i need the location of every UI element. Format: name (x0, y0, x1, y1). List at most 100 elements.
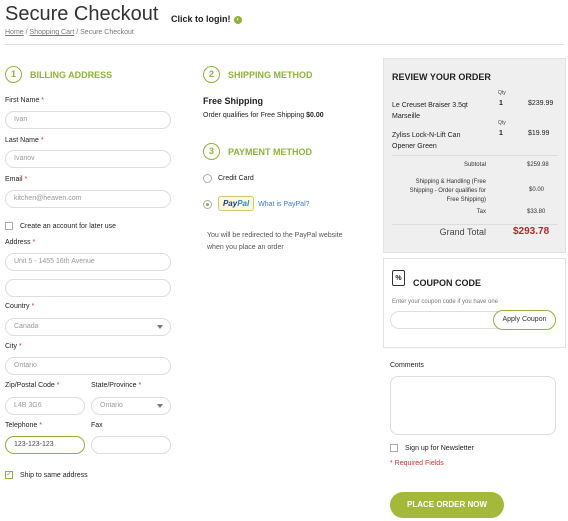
billing-heading-label: BILLING ADDRESS (30, 69, 113, 80)
required-mark: * (32, 239, 36, 246)
comments-textarea[interactable] (390, 376, 556, 435)
credit-card-radio[interactable] (203, 174, 212, 183)
required-mark: * (39, 422, 42, 429)
paypal-radio[interactable] (203, 199, 212, 209)
email-label-text: Email (5, 176, 23, 183)
login-link[interactable]: Click to login! › (171, 14, 242, 24)
grand-total-label: Grand Total (439, 227, 486, 237)
review-heading: REVIEW YOUR ORDER (392, 72, 491, 82)
city-field[interactable]: Ontario (5, 357, 171, 375)
ship-same-checkbox[interactable]: ✓ (5, 471, 13, 479)
paypal-logo-pay: Pay (222, 199, 238, 208)
coupon-tag-icon: % (392, 270, 405, 286)
tax-label: Tax (476, 209, 486, 215)
review-divider (392, 224, 558, 225)
zip-field[interactable]: L4B 3G6 (5, 397, 85, 415)
shipping-handling-value: $0.00 (529, 187, 545, 193)
shipping-heading: 2 SHIPPING METHOD (203, 66, 313, 83)
city-label-text: City (5, 343, 18, 350)
required-mark: * (56, 382, 60, 389)
ship-same-row[interactable]: ✓ Ship to same address (5, 471, 88, 479)
fax-label: Fax (91, 422, 103, 429)
telephone-field[interactable]: 123-123-123 (5, 436, 85, 454)
header-divider (5, 44, 564, 45)
order-item-name: Zyliss Lock-N-Lift Can Opener Green (392, 130, 460, 152)
country-select[interactable]: Canada (5, 318, 171, 336)
address-label-text: Address (5, 239, 31, 246)
review-divider (392, 155, 558, 156)
paypal-logo: PayPal (217, 196, 255, 211)
shipping-handling-line: Shipping & Handling (Free (415, 179, 486, 185)
create-account-label[interactable]: Create an account for later use (20, 223, 116, 230)
city-label: City * (5, 343, 22, 350)
arrow-right-icon[interactable]: › (233, 15, 242, 24)
what-is-paypal-link[interactable]: What is PayPal? (258, 201, 309, 208)
fax-field[interactable] (91, 436, 171, 454)
state-select-value: Ontario (100, 402, 123, 409)
required-fields-note: * Required Fields (390, 460, 444, 467)
order-item-price: $19.99 (528, 130, 550, 137)
chevron-down-icon (157, 325, 163, 329)
coupon-heading: COUPON CODE (413, 278, 482, 288)
chevron-down-icon (157, 404, 163, 408)
billing-heading: 1 BILLING ADDRESS (5, 66, 112, 83)
step-number: 2 (203, 66, 220, 83)
credit-card-option[interactable]: Credit Card (203, 174, 254, 183)
breadcrumb: Home / Shopping Cart / Secure Checkout (5, 29, 134, 36)
paypal-option[interactable]: PayPal What is PayPal? (203, 196, 310, 211)
shipping-handling-line: Free Shipping) (446, 197, 486, 203)
order-item-name-line: Zyliss Lock-N-Lift Can (392, 132, 461, 139)
qty-header: Qty (498, 120, 506, 126)
payment-heading: 3 PAYMENT METHOD (203, 143, 312, 160)
email-field[interactable]: kitchen@heaven.com (5, 190, 171, 208)
breadcrumb-cart[interactable]: Shopping Cart (30, 29, 75, 36)
create-account-checkbox[interactable] (5, 222, 13, 230)
comments-label: Comments (390, 362, 424, 369)
place-order-button[interactable]: PLACE ORDER NOW (390, 492, 504, 518)
order-item-price: $239.99 (528, 100, 554, 107)
address-field[interactable]: Unit 5 - 1455 16th Avenue (5, 253, 171, 271)
shipping-handling-label: Shipping & Handling (Free Shipping - Orde… (380, 178, 486, 205)
paypal-redirect-note-line: when you place an order (207, 244, 284, 251)
state-label: State/Province * (91, 382, 141, 389)
required-mark: * (138, 382, 142, 389)
apply-coupon-button[interactable]: Apply Coupon (493, 310, 556, 330)
coupon-hint: Enter your coupon code if you have one (392, 299, 499, 305)
state-label-text: State/Province (91, 382, 137, 389)
order-item-name: Le Creuset Braiser 3.5qt Marseille (392, 100, 468, 122)
shipping-method-name: Free Shipping (203, 96, 264, 106)
payment-heading-label: PAYMENT METHOD (228, 146, 313, 157)
first-name-label-text: First Name (5, 97, 40, 104)
address-label: Address * (5, 239, 35, 246)
required-mark: * (31, 303, 35, 310)
order-item-name-line: Marseille (392, 113, 421, 120)
qty-header: Qty (498, 90, 506, 96)
newsletter-row[interactable]: Sign up for Newsletter (390, 444, 474, 452)
subtotal-label: Subtotal (463, 162, 486, 168)
telephone-label: Telephone * (5, 422, 42, 429)
grand-total-value: $293.78 (513, 226, 550, 237)
newsletter-label[interactable]: Sign up for Newsletter (405, 445, 474, 452)
first-name-label: First Name * (5, 97, 44, 104)
breadcrumb-home[interactable]: Home (5, 29, 24, 36)
shipping-note: Order qualifies for Free Shipping $0.00 (203, 112, 324, 119)
step-number: 3 (203, 143, 220, 160)
last-name-label-text: Last Name (5, 137, 39, 144)
credit-card-label[interactable]: Credit Card (218, 175, 254, 182)
shipping-heading-label: SHIPPING METHOD (228, 69, 313, 80)
ship-same-label[interactable]: Ship to same address (20, 472, 88, 479)
first-name-field[interactable]: Ivan (5, 111, 171, 129)
required-mark: * (19, 343, 22, 350)
shipping-note-text: Order qualifies for Free Shipping (203, 112, 305, 119)
email-label: Email * (5, 176, 27, 183)
address-line-2-field[interactable] (5, 279, 171, 297)
country-select-value: Canada (14, 323, 39, 330)
order-item-name-line: Opener Green (392, 143, 437, 150)
newsletter-checkbox[interactable] (390, 444, 398, 452)
create-account-row[interactable]: Create an account for later use (5, 222, 116, 230)
page-title: Secure Checkout (5, 3, 159, 25)
login-link-label[interactable]: Click to login! (171, 14, 231, 24)
last-name-field[interactable]: Ivanov (5, 150, 171, 168)
state-select[interactable]: Ontario (91, 397, 171, 415)
zip-label-text: Zip/Postal Code (5, 382, 55, 389)
